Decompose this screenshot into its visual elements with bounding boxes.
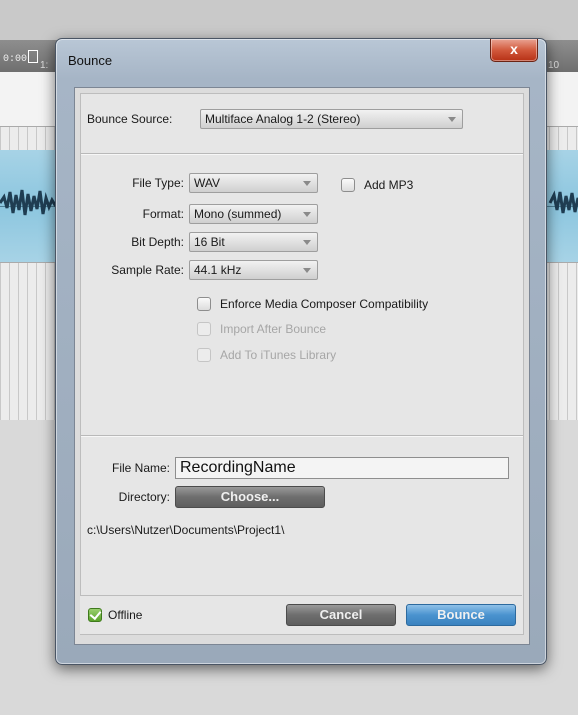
choose-directory-button[interactable]: Choose... bbox=[175, 486, 325, 508]
directory-path: c:\Users\Nutzer\Documents\Project1\ bbox=[87, 523, 285, 537]
background-toolbar bbox=[0, 0, 578, 40]
bounce-source-label: Bounce Source: bbox=[87, 112, 173, 126]
chevron-down-icon bbox=[303, 181, 311, 186]
format-value: Mono (summed) bbox=[194, 207, 282, 221]
add-to-itunes-label: Add To iTunes Library bbox=[220, 348, 337, 362]
divider bbox=[81, 153, 523, 155]
chevron-down-icon bbox=[303, 268, 311, 273]
ruler-mark-left: 1: bbox=[40, 60, 49, 71]
bit-depth-value: 16 Bit bbox=[194, 235, 225, 249]
divider bbox=[81, 435, 523, 437]
chevron-down-icon bbox=[303, 240, 311, 245]
directory-label: Directory: bbox=[118, 490, 170, 504]
bit-depth-dropdown[interactable]: 16 Bit bbox=[189, 232, 318, 252]
close-button[interactable]: x bbox=[490, 39, 538, 62]
file-type-value: WAV bbox=[194, 176, 220, 190]
close-icon: x bbox=[510, 41, 518, 57]
file-type-label: File Type: bbox=[132, 176, 184, 190]
bounce-source-dropdown[interactable]: Multiface Analog 1-2 (Stereo) bbox=[200, 109, 463, 129]
bounce-dialog: Bounce x Bounce Source: Multiface Analog… bbox=[55, 38, 547, 665]
dialog-footer: Offline Cancel Bounce bbox=[80, 595, 522, 634]
sample-rate-dropdown[interactable]: 44.1 kHz bbox=[189, 260, 318, 280]
import-after-bounce-label: Import After Bounce bbox=[220, 322, 327, 336]
file-name-label: File Name: bbox=[111, 461, 170, 475]
bounce-button[interactable]: Bounce bbox=[406, 604, 516, 626]
timecode-display: 0:00 bbox=[3, 50, 39, 65]
sample-rate-value: 44.1 kHz bbox=[194, 263, 242, 277]
add-mp3-checkbox[interactable] bbox=[341, 178, 355, 192]
waveform-left bbox=[0, 189, 60, 216]
chevron-down-icon bbox=[448, 117, 456, 122]
file-name-input[interactable]: RecordingName bbox=[175, 457, 509, 479]
add-to-itunes-checkbox[interactable] bbox=[197, 348, 211, 362]
offline-label: Offline bbox=[108, 608, 143, 622]
offline-checkbox[interactable] bbox=[88, 607, 102, 622]
bounce-source-value: Multiface Analog 1-2 (Stereo) bbox=[205, 112, 361, 126]
dialog-content: Bounce Source: Multiface Analog 1-2 (Ste… bbox=[74, 87, 530, 645]
import-after-bounce-checkbox[interactable] bbox=[197, 322, 211, 336]
format-dropdown[interactable]: Mono (summed) bbox=[189, 204, 318, 224]
enforce-compatibility-checkbox[interactable] bbox=[197, 297, 211, 311]
format-label: Format: bbox=[142, 207, 184, 221]
dialog-inner-panel: Bounce Source: Multiface Analog 1-2 (Ste… bbox=[80, 93, 524, 635]
checkmark-icon bbox=[89, 607, 102, 621]
add-mp3-label: Add MP3 bbox=[364, 178, 414, 192]
file-type-dropdown[interactable]: WAV bbox=[189, 173, 318, 193]
cancel-button[interactable]: Cancel bbox=[286, 604, 396, 626]
bit-depth-label: Bit Depth: bbox=[131, 235, 184, 249]
chevron-down-icon bbox=[303, 212, 311, 217]
sample-rate-label: Sample Rate: bbox=[111, 263, 184, 277]
enforce-compatibility-label: Enforce Media Composer Compatibility bbox=[220, 297, 429, 311]
dialog-title: Bounce bbox=[68, 53, 113, 68]
ruler-mark-right: 10 bbox=[548, 60, 560, 71]
